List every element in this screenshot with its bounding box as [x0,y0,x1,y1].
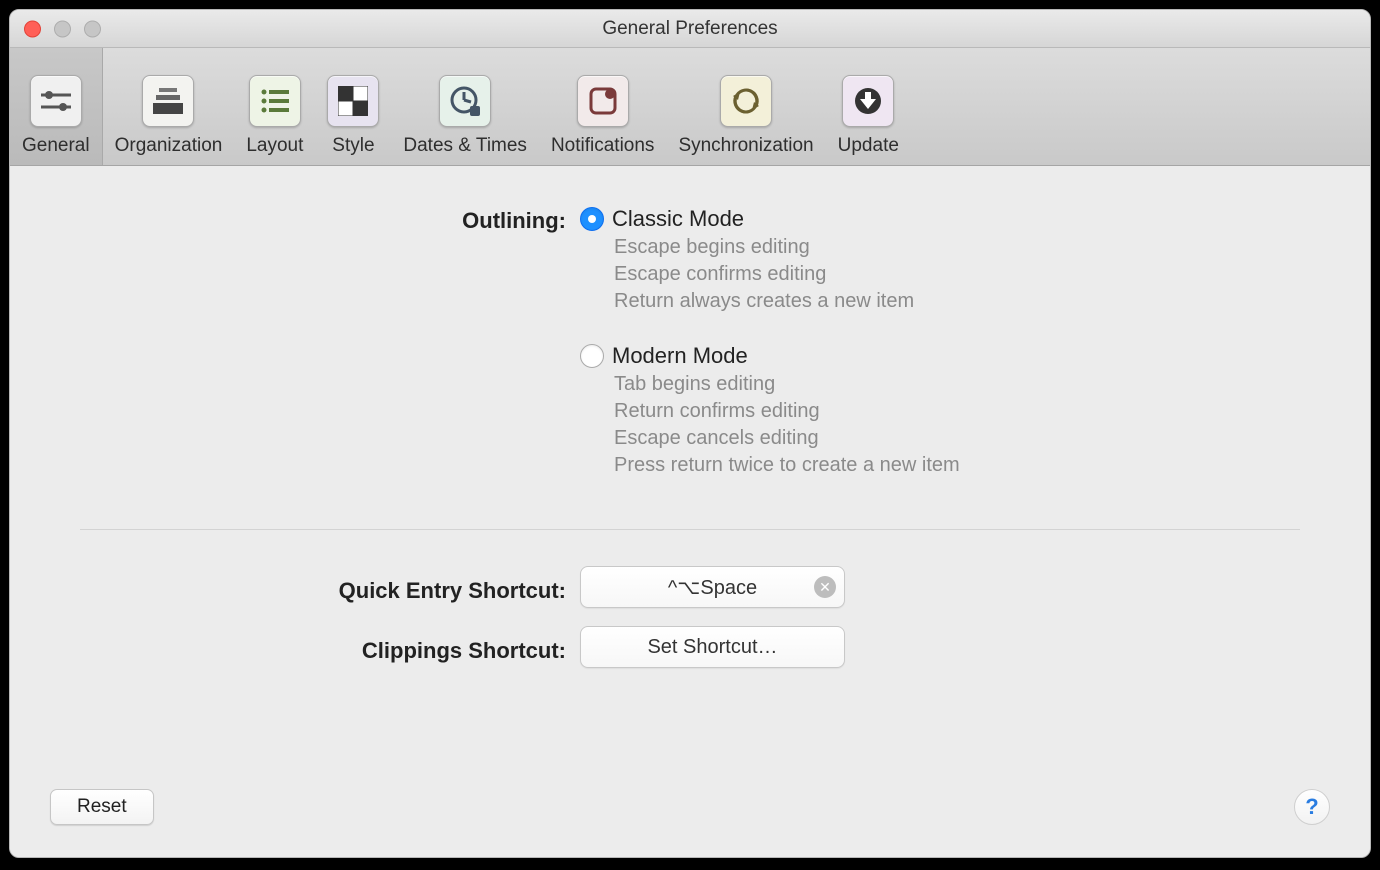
list-icon [249,75,301,127]
modern-mode-radio[interactable] [580,344,604,368]
tab-synchronization[interactable]: Synchronization [666,47,825,165]
footer: Reset ? [10,775,1370,857]
tab-label: Dates & Times [403,135,527,157]
quick-entry-value: ^⌥Space [668,575,757,600]
classic-desc-line: Escape begins editing [614,234,1310,261]
modern-desc-line: Tab begins editing [614,371,1310,398]
tab-style[interactable]: Style [315,47,391,165]
preferences-window: General Preferences General [9,9,1371,858]
classic-mode-radio[interactable] [580,207,604,231]
tab-general[interactable]: General [10,47,103,165]
close-button[interactable] [24,20,41,37]
clippings-value: Set Shortcut… [647,636,777,659]
checker-icon [327,75,379,127]
clippings-label: Clippings Shortcut: [70,630,580,664]
sliders-icon [30,75,82,127]
tab-label: Organization [115,135,223,157]
classic-mode-option: Classic Mode Escape begins editing Escap… [580,206,1310,315]
classic-desc-line: Return always creates a new item [614,288,1310,315]
zoom-button[interactable] [84,20,101,37]
download-icon [842,75,894,127]
stack-icon [142,75,194,127]
reset-label: Reset [77,796,127,818]
quick-entry-row: Quick Entry Shortcut: ^⌥Space ✕ [70,566,1310,608]
modern-desc-line: Return confirms editing [614,398,1310,425]
reset-button[interactable]: Reset [50,789,154,825]
tab-label: Layout [246,135,303,157]
help-button[interactable]: ? [1294,789,1330,825]
window-controls [24,20,101,37]
tab-label: General [22,135,90,157]
content-area: Outlining: Classic Mode Escape begins ed… [10,166,1370,857]
outlining-row: Outlining: Classic Mode Escape begins ed… [70,206,1310,507]
tab-label: Style [332,135,374,157]
tab-notifications[interactable]: Notifications [539,47,667,165]
minimize-button[interactable] [54,20,71,37]
modern-desc-line: Press return twice to create a new item [614,452,1310,479]
tab-layout[interactable]: Layout [234,47,315,165]
help-icon: ? [1305,794,1318,820]
classic-desc-line: Escape confirms editing [614,261,1310,288]
tab-label: Notifications [551,135,655,157]
clippings-row: Clippings Shortcut: Set Shortcut… [70,626,1310,668]
tab-label: Synchronization [678,135,813,157]
classic-mode-title: Classic Mode [612,206,744,232]
clock-icon [439,75,491,127]
modern-mode-title: Modern Mode [612,343,748,369]
quick-entry-label: Quick Entry Shortcut: [70,570,580,604]
toolbar: General Organization Layout [10,48,1370,166]
divider [80,529,1300,530]
modern-mode-option: Modern Mode Tab begins editing Return co… [580,343,1310,479]
tab-dates-times[interactable]: Dates & Times [391,47,539,165]
sync-icon [720,75,772,127]
tab-update[interactable]: Update [826,47,911,165]
outlining-label: Outlining: [70,206,580,234]
window-title: General Preferences [10,18,1370,40]
modern-desc-line: Escape cancels editing [614,425,1310,452]
notification-icon [577,75,629,127]
tab-organization[interactable]: Organization [103,47,235,165]
tab-label: Update [838,135,899,157]
clippings-field[interactable]: Set Shortcut… [580,626,845,668]
clear-icon[interactable]: ✕ [814,576,836,598]
titlebar: General Preferences [10,10,1370,48]
quick-entry-field[interactable]: ^⌥Space ✕ [580,566,845,608]
